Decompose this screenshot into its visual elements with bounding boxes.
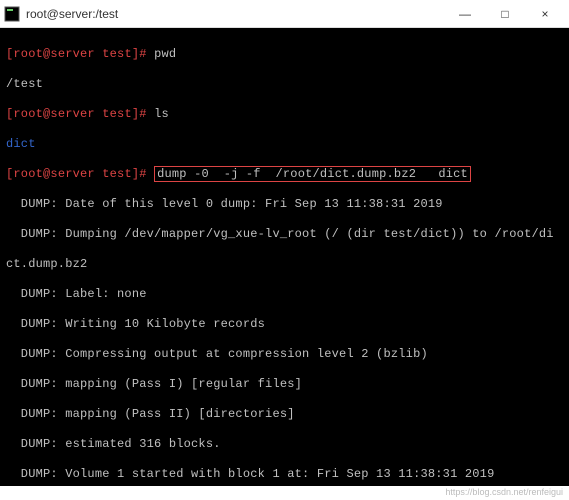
output-line: DUMP: Writing 10 Kilobyte records (6, 317, 563, 332)
output-line: /test (6, 77, 563, 92)
output-line: DUMP: mapping (Pass I) [regular files] (6, 377, 563, 392)
output-line: DUMP: Label: none (6, 287, 563, 302)
output-line: DUMP: Volume 1 started with block 1 at: … (6, 467, 563, 482)
output-line: ct.dump.bz2 (6, 257, 563, 272)
app-icon (4, 6, 20, 22)
window-titlebar: root@server:/test — □ × (0, 0, 569, 28)
window-title: root@server:/test (26, 7, 445, 21)
window-close-button[interactable]: × (525, 0, 565, 28)
output-line: DUMP: Dumping /dev/mapper/vg_xue-lv_root… (6, 227, 563, 242)
watermark-text: https://blog.csdn.net/renfeigui (0, 486, 569, 500)
ls-output: dict (6, 137, 563, 152)
highlighted-command: dump -0 -j -f /root/dict.dump.bz2 dict (154, 166, 471, 182)
prompt-line: [root@server test]# pwd (6, 47, 563, 62)
terminal[interactable]: [root@server test]# pwd /test [root@serv… (0, 28, 569, 486)
command-text: pwd (154, 47, 176, 61)
prompt-line: [root@server test]# ls (6, 107, 563, 122)
output-line: DUMP: Compressing output at compression … (6, 347, 563, 362)
command-text: ls (154, 107, 169, 121)
window-minimize-button[interactable]: — (445, 0, 485, 28)
output-line: DUMP: Date of this level 0 dump: Fri Sep… (6, 197, 563, 212)
window-maximize-button[interactable]: □ (485, 0, 525, 28)
output-line: DUMP: estimated 316 blocks. (6, 437, 563, 452)
prompt-line: [root@server test]# dump -0 -j -f /root/… (6, 167, 563, 182)
output-line: DUMP: mapping (Pass II) [directories] (6, 407, 563, 422)
